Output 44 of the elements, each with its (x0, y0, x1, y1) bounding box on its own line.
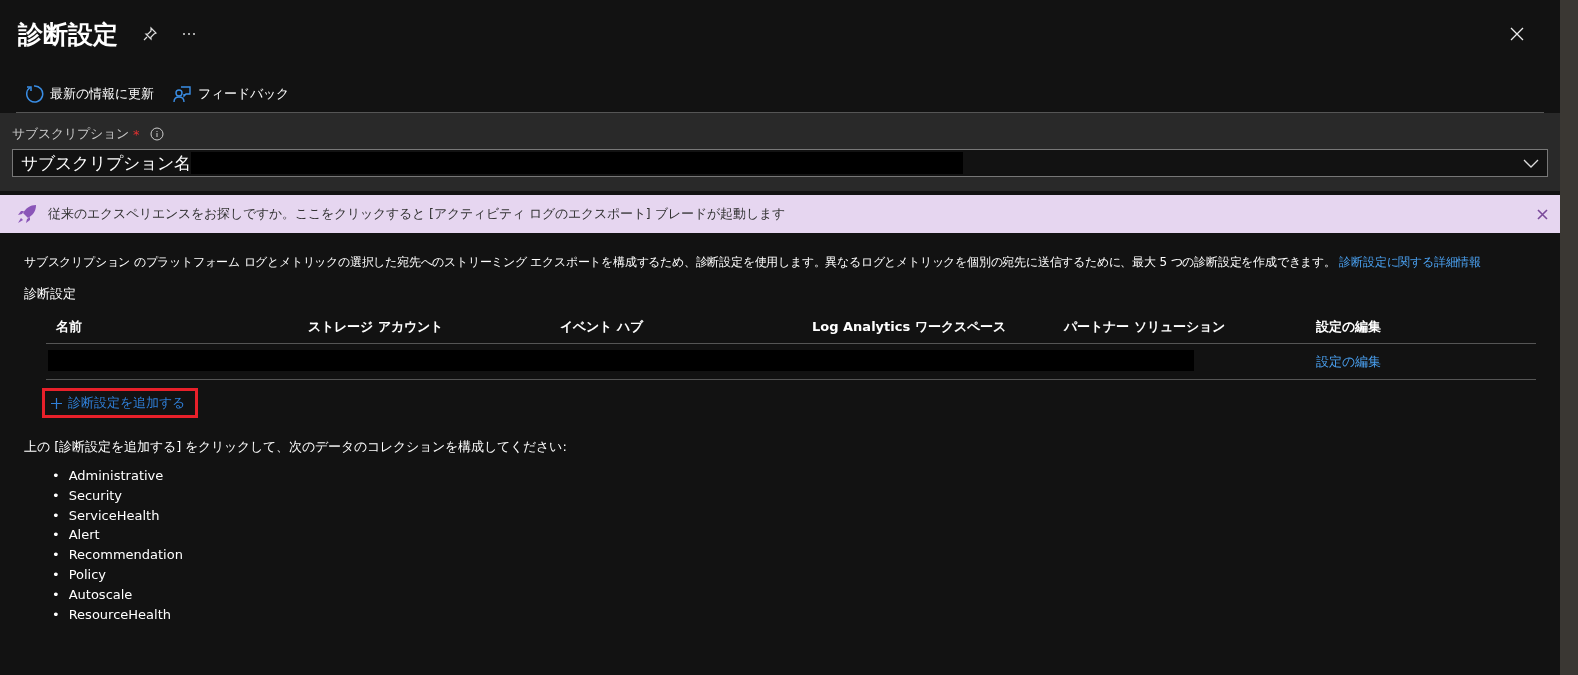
edit-settings-link[interactable]: 設定の編集 (1316, 353, 1381, 369)
category-item: ServiceHealth (68, 506, 160, 525)
column-header: 名前 (56, 318, 83, 336)
column-header: 設定の編集 (1316, 318, 1382, 336)
more-icon[interactable] (182, 32, 196, 36)
bullet-mark: • (52, 566, 60, 584)
bullet-mark: • (52, 486, 60, 505)
bullet-mark: • (52, 605, 60, 624)
category-item: Policy (68, 566, 107, 584)
column-header: イベント ハブ (560, 318, 645, 336)
instruction-text: 上の [診断設定を追加する] をクリックして、次のデータのコレクションを構成してください: (24, 438, 568, 456)
category-item: Recommendation (68, 546, 183, 565)
feedback-icon (172, 84, 192, 104)
bullet-mark: • (52, 546, 60, 565)
page-title: 診断設定 (18, 18, 118, 51)
column-header: ストレージ アカウント (308, 318, 444, 336)
chevron-down-icon (1523, 158, 1539, 168)
bullet-mark: • (52, 526, 60, 545)
category-item: Alert (68, 526, 100, 545)
category-item: Administrative (68, 467, 164, 485)
bullet-mark: • (52, 467, 60, 485)
plus-icon (51, 397, 62, 409)
info-icon[interactable] (149, 127, 164, 141)
required-mark: * (133, 126, 140, 142)
add-setting-button[interactable]: 診断設定を追加する (42, 388, 198, 418)
field-label: サブスクリプション (12, 125, 129, 143)
bullet-mark: • (52, 506, 60, 525)
category-item: Security (68, 486, 123, 505)
banner-text: 従来のエクスペリエンスをお探しですか。ここをクリックすると [アクティビティ ログのエクスポート] ブレードが起動します (48, 205, 786, 223)
learn-more-link[interactable]: 診断設定に関する詳細情報 (1339, 255, 1481, 269)
description-text: サブスクリプション のプラットフォーム ログとメトリックの選択した宛先へのストリーミング エクスポートを構成するため、診断設定を使用します。異なるログとメトリックを個別の宛先に送信するために、最大 5 つの診断設定を作成できます。 診断設定に関する詳細情報 (24, 254, 1482, 271)
bullet-mark: • (52, 585, 60, 604)
category-item: ResourceHealth (68, 605, 171, 624)
pin-icon[interactable] (142, 26, 158, 42)
subscription-dropdown[interactable]: サブスクリプション名 (12, 149, 1548, 177)
feedback-button[interactable]: フィードバック (172, 84, 289, 104)
column-header: パートナー ソリューション (1064, 318, 1226, 336)
rocket-icon (16, 203, 38, 225)
info-banner[interactable]: 従来のエクスペリエンスをお探しですか。ここをクリックすると [アクティビティ ログのエクスポート] ブレードが起動します (0, 195, 1560, 233)
section-title: 診断設定 (24, 285, 77, 303)
category-item: Autoscale (68, 585, 133, 604)
column-header: Log Analytics ワークスペース (812, 318, 1007, 336)
refresh-icon (24, 84, 44, 104)
refresh-button[interactable]: 最新の情報に更新 (24, 84, 154, 104)
